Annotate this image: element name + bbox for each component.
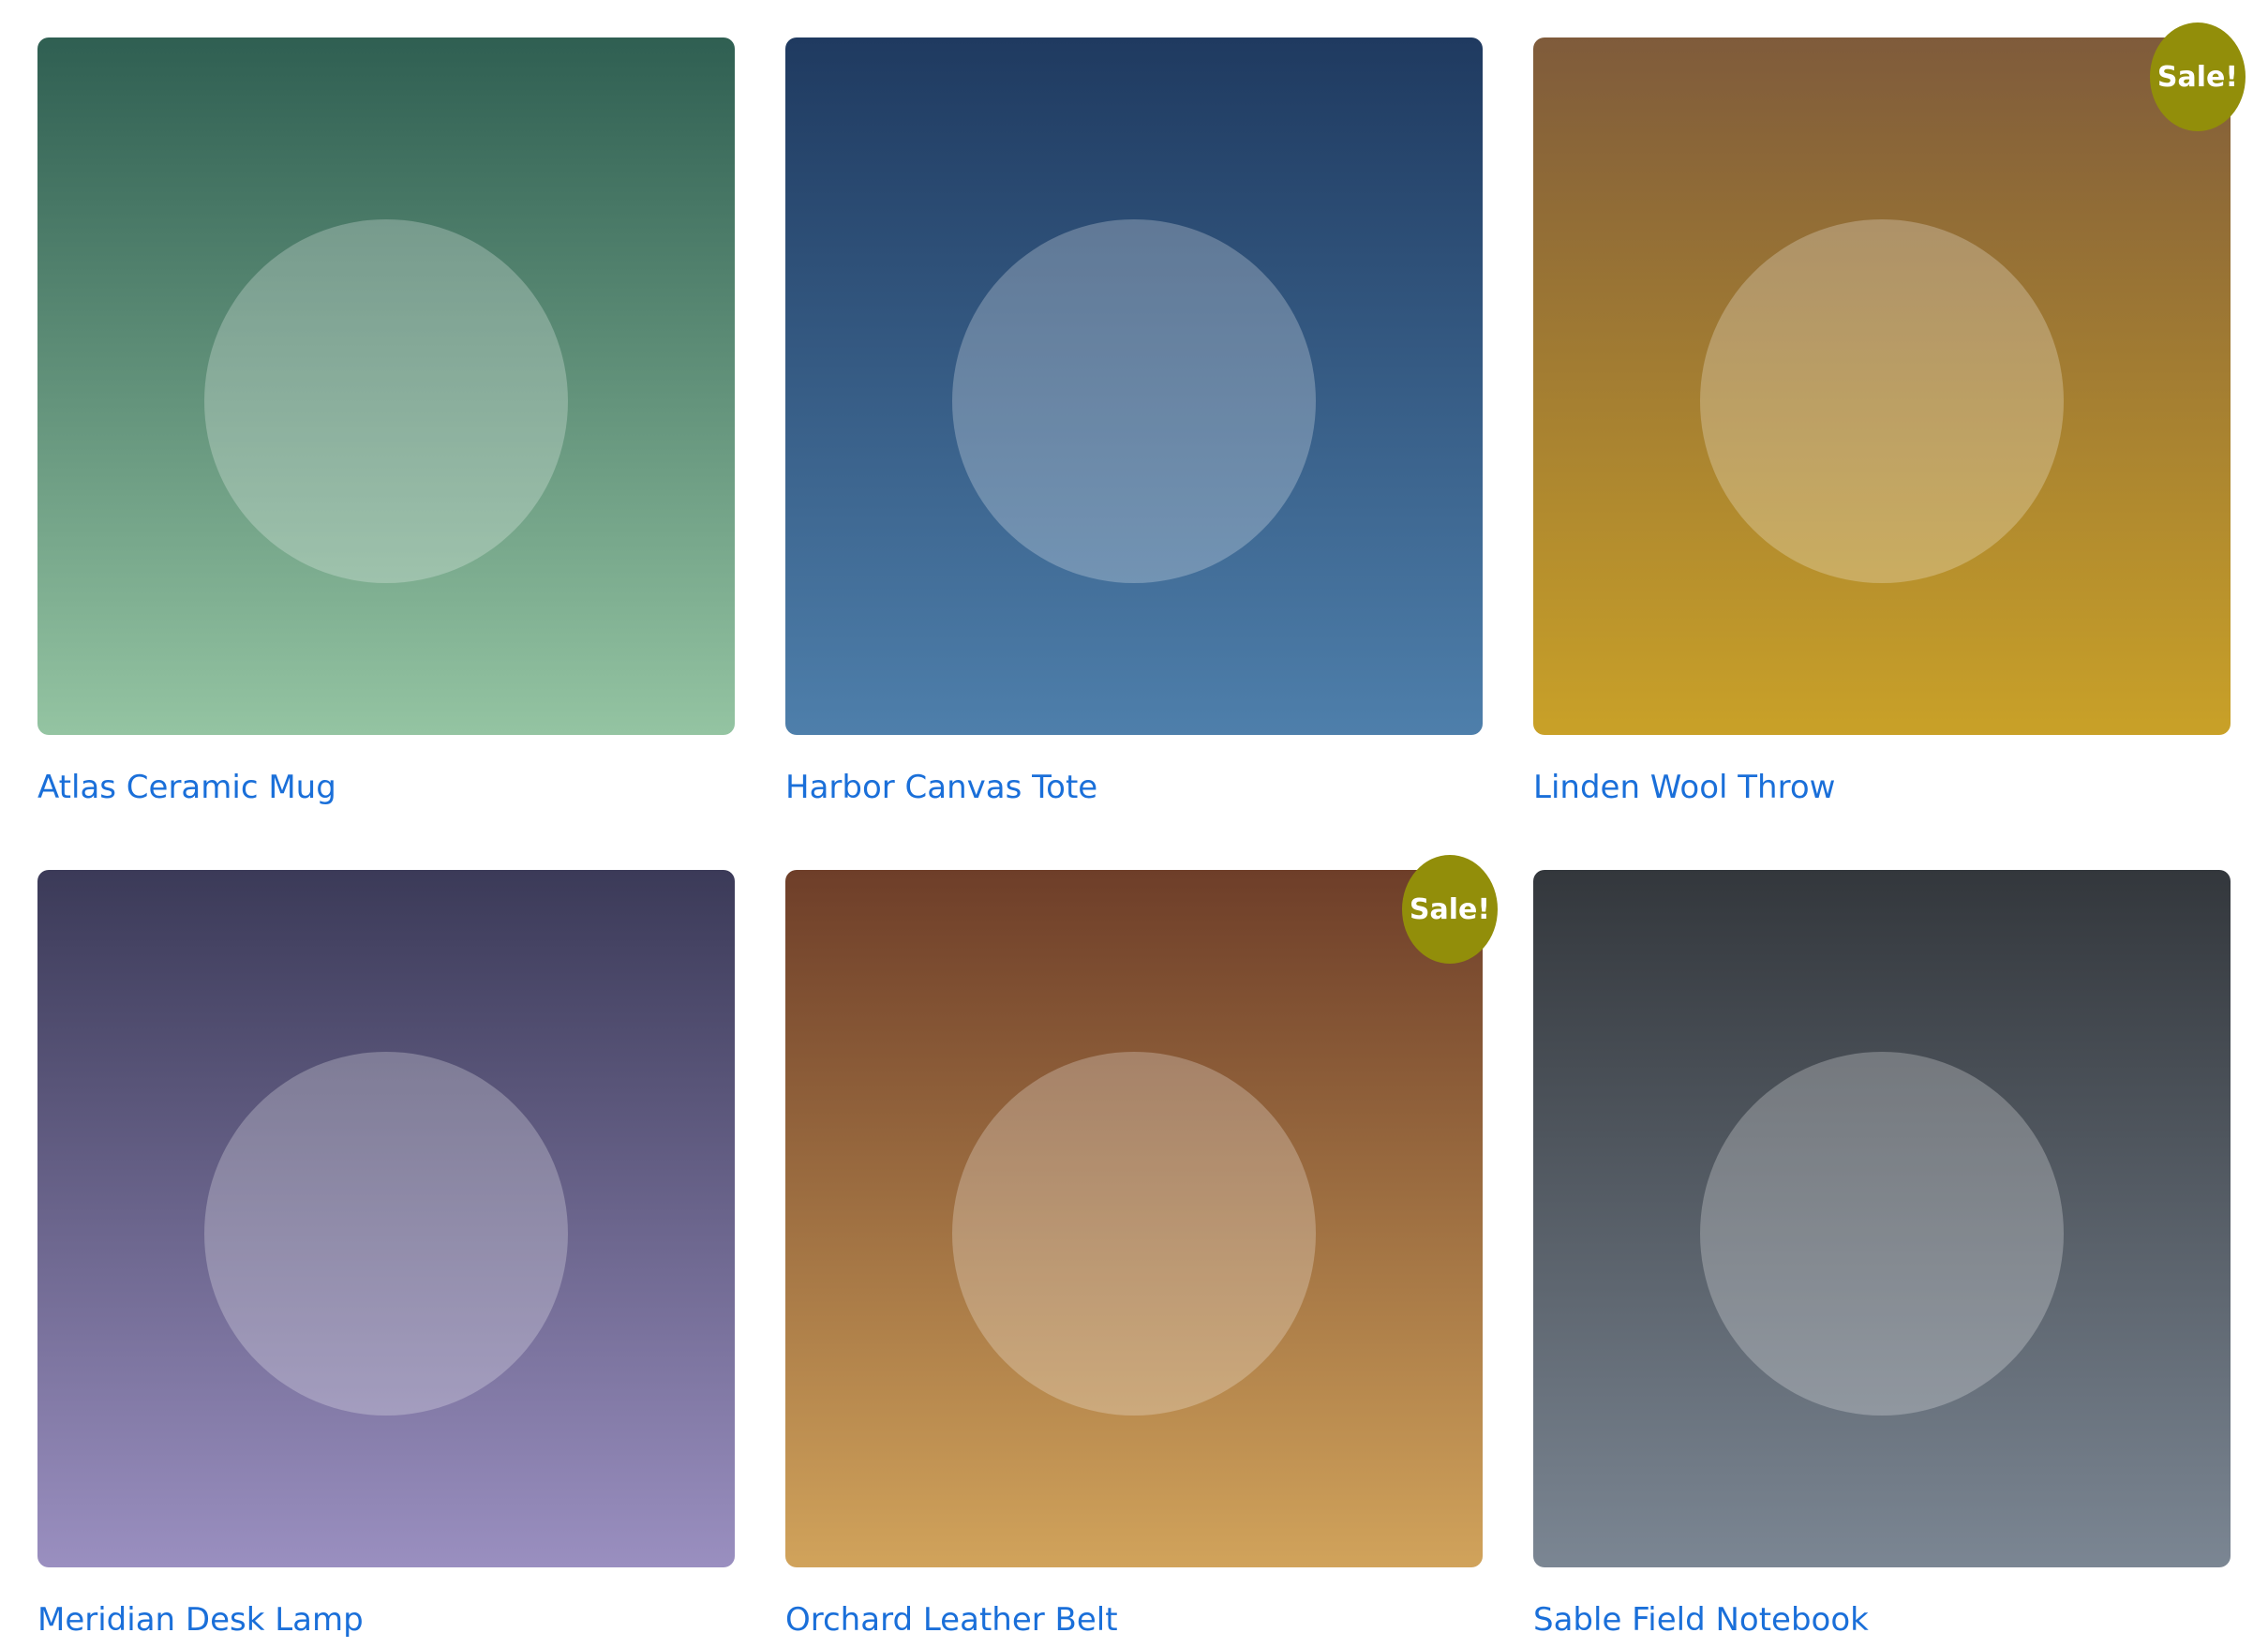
product-title-link[interactable]: Sable Field Notebook: [1533, 1599, 1869, 1641]
placeholder-disc: [952, 219, 1316, 583]
product-image[interactable]: [37, 37, 735, 735]
product-card-meridian-desk-lamp[interactable]: Meridian Desk Lamp: [37, 870, 735, 1648]
product-card-sable-field-notebook[interactable]: Sable Field Notebook: [1533, 870, 2231, 1648]
placeholder-disc: [1700, 219, 2064, 583]
sale-badge: Sale!: [1402, 855, 1498, 964]
sale-badge: Sale!: [2150, 22, 2246, 131]
product-title-link[interactable]: Orchard Leather Belt: [785, 1599, 1118, 1641]
product-title-link[interactable]: Atlas Ceramic Mug: [37, 767, 336, 808]
product-image[interactable]: [1533, 37, 2231, 735]
product-image[interactable]: [37, 870, 735, 1567]
placeholder-disc: [1700, 1052, 2064, 1416]
product-card-orchard-leather-belt[interactable]: Sale! Orchard Leather Belt: [785, 855, 1498, 1648]
product-image[interactable]: [1533, 870, 2231, 1567]
placeholder-disc: [204, 219, 568, 583]
product-title-link[interactable]: Harbor Canvas Tote: [785, 767, 1097, 808]
product-grid: Atlas Ceramic Mug Harbor Canvas Tote Sal…: [37, 22, 2246, 1648]
product-card-linden-wool-throw[interactable]: Sale! Linden Wool Throw: [1533, 22, 2246, 816]
product-image[interactable]: [785, 870, 1483, 1567]
product-title-link[interactable]: Meridian Desk Lamp: [37, 1599, 364, 1641]
product-title-link[interactable]: Linden Wool Throw: [1533, 767, 1835, 808]
product-image[interactable]: [785, 37, 1483, 735]
placeholder-disc: [204, 1052, 568, 1416]
product-card-atlas-ceramic-mug[interactable]: Atlas Ceramic Mug: [37, 37, 735, 816]
product-card-harbor-canvas-tote[interactable]: Harbor Canvas Tote: [785, 37, 1483, 816]
placeholder-disc: [952, 1052, 1316, 1416]
